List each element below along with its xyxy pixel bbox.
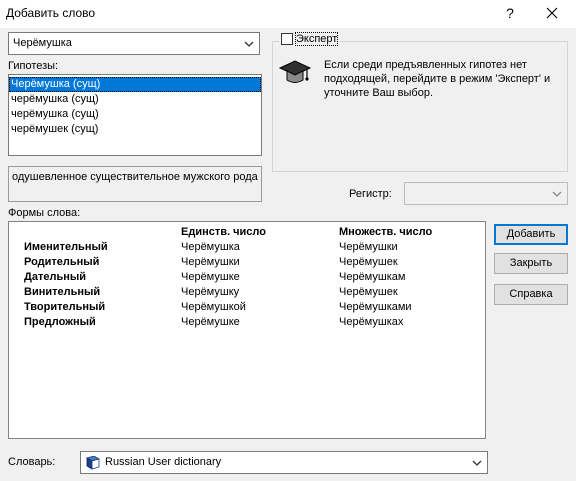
window-title: Добавить слово bbox=[6, 6, 96, 20]
close-icon bbox=[546, 7, 558, 19]
hypothesis-item[interactable]: черёмушка (сущ) bbox=[9, 107, 261, 122]
expert-hint: Если среди предъявленных гипотез нет под… bbox=[324, 59, 551, 99]
help-title-button[interactable]: ? bbox=[500, 3, 520, 23]
word-description: одушевленное существительное мужского ро… bbox=[8, 166, 262, 202]
singular-form[interactable]: Черёмушки bbox=[181, 256, 240, 268]
word-combo[interactable]: Черёмушка bbox=[8, 32, 260, 55]
singular-form[interactable]: Черёмушке bbox=[181, 271, 240, 283]
singular-form[interactable]: Черёмушкой bbox=[181, 301, 246, 313]
plural-form[interactable]: Черёмушкам bbox=[339, 271, 405, 283]
close-window-button[interactable] bbox=[540, 3, 564, 23]
register-combo[interactable] bbox=[404, 182, 568, 205]
help-button[interactable]: Справка bbox=[494, 284, 568, 305]
expert-checkbox[interactable] bbox=[281, 33, 293, 45]
singular-form[interactable]: Черёмушку bbox=[181, 286, 239, 298]
hypothesis-item[interactable]: Черёмушка (сущ) bbox=[9, 77, 261, 92]
plural-form[interactable]: Черёмушек bbox=[339, 286, 398, 298]
graduation-cap-icon bbox=[278, 56, 312, 93]
plural-form[interactable]: Черёмушками bbox=[339, 301, 412, 313]
plural-form[interactable]: Черёмушках bbox=[339, 316, 403, 328]
hypothesis-item[interactable]: черёмушка (сущ) bbox=[9, 92, 261, 107]
chevron-down-icon[interactable] bbox=[244, 39, 254, 49]
hypotheses-list[interactable]: Черёмушка (сущ) черёмушка (сущ) черёмушк… bbox=[8, 74, 262, 156]
singular-form[interactable]: Черёмушке bbox=[181, 316, 240, 328]
plural-form[interactable]: Черёмушек bbox=[339, 256, 398, 268]
case-name: Предложный bbox=[24, 316, 96, 328]
expert-checkbox-label[interactable]: Эксперт bbox=[294, 32, 339, 46]
add-button[interactable]: Добавить bbox=[494, 224, 568, 245]
forms-panel: Единств. число Множеств. число Именитель… bbox=[8, 221, 486, 439]
chevron-down-icon[interactable] bbox=[472, 458, 482, 468]
dictionary-combo-value: Russian User dictionary bbox=[105, 456, 222, 468]
case-name: Дательный bbox=[24, 271, 87, 283]
chevron-down-icon[interactable] bbox=[552, 189, 562, 199]
singular-header: Единств. число bbox=[181, 226, 266, 238]
dictionary-combo[interactable]: Russian User dictionary bbox=[80, 451, 488, 474]
register-label: Регистр: bbox=[349, 188, 392, 200]
singular-form[interactable]: Черёмушка bbox=[181, 241, 240, 253]
dictionary-label: Словарь: bbox=[8, 456, 56, 468]
case-name: Винительный bbox=[24, 286, 101, 298]
hypothesis-item[interactable]: черёмушек (сущ) bbox=[9, 122, 261, 137]
case-name: Творительный bbox=[24, 301, 106, 313]
book-icon bbox=[86, 456, 100, 470]
forms-label: Формы слова: bbox=[8, 207, 81, 219]
word-combo-value: Черёмушка bbox=[13, 37, 72, 49]
hypotheses-label: Гипотезы: bbox=[8, 60, 59, 72]
plural-form[interactable]: Черёмушки bbox=[339, 241, 398, 253]
close-button[interactable]: Закрыть bbox=[494, 253, 568, 274]
case-name: Именительный bbox=[24, 241, 108, 253]
case-name: Родительный bbox=[24, 256, 100, 268]
plural-header: Множеств. число bbox=[339, 226, 433, 238]
expert-checkbox-wrap[interactable]: Эксперт bbox=[279, 32, 340, 46]
